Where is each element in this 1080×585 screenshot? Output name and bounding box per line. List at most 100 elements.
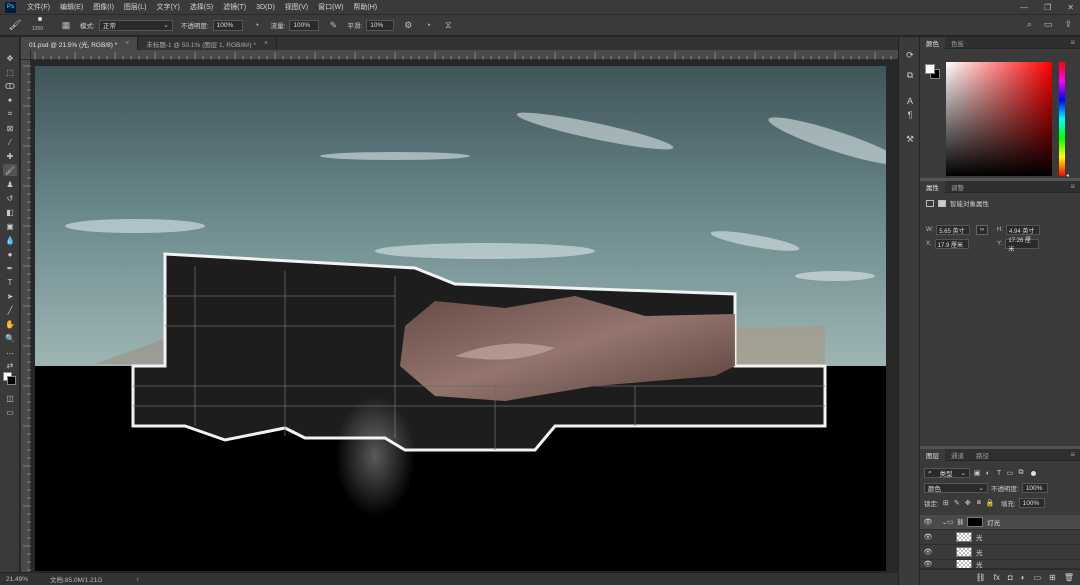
menu-file[interactable]: 文件(F) — [22, 2, 55, 12]
character-panel-icon[interactable]: A — [904, 95, 916, 107]
history-panel-icon[interactable]: ⟳ — [904, 49, 916, 61]
x-field[interactable]: 17.9 厘米 — [934, 239, 969, 249]
zoom-tool-icon[interactable]: 🔍 — [3, 332, 17, 344]
layer-row[interactable]: 👁 光 — [920, 545, 1080, 560]
close-icon[interactable]: × — [264, 40, 268, 47]
move-tool-icon[interactable]: ✥ — [3, 52, 17, 64]
workspace-icon[interactable]: ▭ — [1044, 19, 1053, 30]
delete-layer-icon[interactable]: 🗑 — [1064, 573, 1074, 582]
menu-select[interactable]: 选择(S) — [185, 2, 218, 12]
background-color-swatch[interactable] — [7, 376, 16, 385]
smoothing-input[interactable]: 10% — [366, 19, 395, 31]
hue-marker-icon[interactable]: ◂ — [1066, 172, 1069, 179]
eyedropper-tool-icon[interactable]: ⁄ — [3, 136, 17, 148]
eraser-tool-icon[interactable]: ◧ — [3, 206, 17, 218]
lasso-tool-icon[interactable]: ↀ — [3, 80, 17, 92]
tab-document-01[interactable]: 01.psd @ 21.5% (光, RGB/8) * × — [21, 37, 139, 50]
tab-document-untitled[interactable]: 未标题-1 @ 50.1% (图层 1, RGB/8#) * × — [138, 37, 277, 50]
document-canvas[interactable] — [35, 66, 886, 571]
add-mask-icon[interactable]: ◘ — [1008, 573, 1013, 582]
lock-image-icon[interactable]: ✎ — [953, 499, 961, 507]
layer-row[interactable]: 👁 光 — [920, 530, 1080, 545]
color-picker-field[interactable] — [946, 62, 1052, 176]
menu-image[interactable]: 图像(I) — [88, 2, 119, 12]
foreground-color-chip[interactable] — [925, 64, 935, 74]
dodge-tool-icon[interactable]: ● — [3, 248, 17, 260]
tab-swatches[interactable]: 色板 — [945, 37, 970, 49]
link-layers-icon[interactable]: ⛓ — [976, 573, 986, 582]
close-icon[interactable]: × — [125, 40, 129, 47]
pixel-filter-icon[interactable]: ▣ — [973, 469, 981, 477]
smart-object-filter-icon[interactable]: ⧉ — [1017, 469, 1025, 477]
filter-toggle-icon[interactable] — [1031, 470, 1036, 476]
brush-size-picker[interactable]: 1200 — [30, 16, 52, 34]
height-field[interactable]: 4.94 英寸 — [1006, 225, 1040, 235]
opacity-input[interactable]: 100% — [212, 19, 243, 31]
healing-tool-icon[interactable]: ✚ — [3, 150, 17, 162]
horizontal-ruler[interactable] — [31, 50, 898, 60]
shape-filter-icon[interactable]: ▭ — [1006, 469, 1014, 477]
stamp-tool-icon[interactable]: ♟ — [3, 178, 17, 190]
gradient-tool-icon[interactable]: ▣ — [3, 220, 17, 232]
adjustment-filter-icon[interactable]: ◐ — [984, 469, 992, 477]
gear-icon[interactable]: ⚙ — [402, 19, 414, 31]
more-tools-icon[interactable]: ⋯ — [3, 347, 17, 359]
y-field[interactable]: 17.26 厘米 — [1005, 238, 1040, 253]
symmetry-icon[interactable]: ⧖ — [442, 19, 454, 31]
airbrush-icon[interactable]: ✎ — [327, 19, 339, 31]
layer-mask-thumbnail[interactable] — [967, 517, 984, 527]
panel-menu-icon[interactable]: ≡ — [1070, 38, 1075, 47]
menu-help[interactable]: 帮助(H) — [348, 2, 382, 12]
new-layer-icon[interactable]: ⊞ — [1049, 573, 1056, 582]
hue-slider[interactable] — [1059, 62, 1065, 176]
lock-all-icon[interactable]: 🔒 — [985, 499, 994, 507]
restore-icon[interactable]: ❐ — [1044, 3, 1051, 12]
pressure-size-icon[interactable]: ◔ — [422, 19, 434, 31]
line-tool-icon[interactable]: ╱ — [3, 304, 17, 316]
hand-tool-icon[interactable]: ✋ — [3, 318, 17, 330]
adjustment-layer-icon[interactable]: ◐ — [1021, 573, 1026, 582]
frame-tool-icon[interactable]: ⊠ — [3, 122, 17, 134]
visibility-eye-icon[interactable]: 👁 — [920, 548, 936, 556]
lock-transparent-icon[interactable]: ⊞ — [942, 499, 950, 507]
type-filter-icon[interactable]: T — [995, 469, 1003, 477]
status-menu-arrow[interactable]: › — [136, 576, 138, 583]
close-window-icon[interactable]: ✕ — [1067, 3, 1074, 12]
pressure-opacity-icon[interactable]: ◔ — [251, 19, 263, 31]
menu-3d[interactable]: 3D(D) — [251, 4, 280, 11]
visibility-eye-icon[interactable]: 👁 — [920, 518, 936, 526]
flow-input[interactable]: 100% — [289, 19, 320, 31]
new-group-icon[interactable]: ▭ — [1034, 573, 1042, 582]
mode-select[interactable]: 正常 ⌄ — [98, 19, 173, 31]
brush-tool-preset-icon[interactable]: 🖌 — [8, 18, 22, 32]
panel-menu-icon[interactable]: ≡ — [1070, 182, 1075, 191]
type-tool-icon[interactable]: T — [3, 276, 17, 288]
tab-color[interactable]: 颜色 — [920, 36, 945, 49]
menu-window[interactable]: 窗口(W) — [313, 2, 348, 12]
brush-tool-icon[interactable]: 🖌 — [3, 164, 17, 176]
brush-panel-icon[interactable]: ▦ — [60, 19, 72, 31]
marquee-tool-icon[interactable]: ⬚ — [3, 66, 17, 78]
layer-row[interactable]: 👁 光 — [920, 560, 1080, 569]
fill-input[interactable]: 100% — [1018, 498, 1045, 508]
link-icon[interactable]: ∞ — [976, 225, 988, 235]
share-icon[interactable]: ⇪ — [1064, 19, 1072, 30]
screen-mode-icon[interactable]: ▭ — [3, 406, 17, 418]
magic-wand-tool-icon[interactable]: ✦ — [3, 94, 17, 106]
blend-mode-select[interactable]: 颜色 ⌄ — [924, 483, 988, 493]
layer-filter-select[interactable]: ⌕ 类型 ⌄ — [924, 468, 970, 478]
tool-presets-icon[interactable]: ⚒ — [904, 133, 916, 145]
paragraph-panel-icon[interactable]: ¶ — [904, 109, 916, 121]
tab-channels[interactable]: 通道 — [945, 449, 970, 461]
document-workspace[interactable] — [31, 60, 898, 572]
lock-artboard-icon[interactable]: ⧈ — [975, 499, 983, 507]
crop-tool-icon[interactable]: ⌗ — [3, 108, 17, 120]
visibility-eye-icon[interactable]: 👁 — [920, 533, 936, 541]
blur-tool-icon[interactable]: 💧 — [3, 234, 17, 246]
layer-row-group[interactable]: 👁 ⌄ ▭ ⛓ 灯光 — [920, 515, 1080, 530]
pen-tool-icon[interactable]: ✒ — [3, 262, 17, 274]
tab-paths[interactable]: 路径 — [970, 449, 995, 461]
tab-properties[interactable]: 属性 — [920, 180, 945, 193]
menu-type[interactable]: 文字(Y) — [151, 2, 184, 12]
search-icon[interactable]: ⌕ — [1027, 19, 1032, 30]
